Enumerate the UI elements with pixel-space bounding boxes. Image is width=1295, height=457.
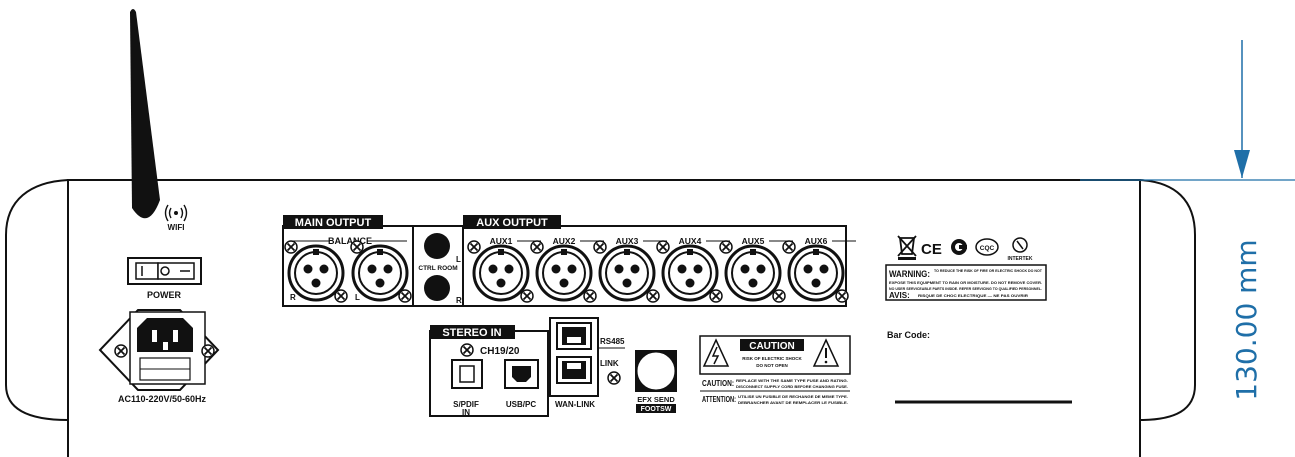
power-label: POWER: [147, 290, 182, 300]
aux-screw-bottom-1: [520, 289, 534, 303]
intertek-label: INTERTEK: [1008, 256, 1033, 262]
spdif-in-port[interactable]: [451, 359, 483, 389]
ctrl-room-right-jack[interactable]: [424, 275, 450, 301]
spdif-label-line2: IN: [462, 408, 470, 417]
main-output-right-xlr[interactable]: [287, 244, 345, 302]
caution-title: CAUTION: [749, 341, 795, 352]
efx-send-jack[interactable]: [635, 350, 677, 392]
aux-screw-top-5: [719, 240, 733, 254]
aux-xlr-5[interactable]: [724, 244, 782, 302]
aux-xlr-4[interactable]: [661, 244, 719, 302]
aux-screw-top-3: [593, 240, 607, 254]
main-output-left-label: L: [355, 293, 360, 302]
wan-link-label: WAN-LINK: [555, 400, 595, 409]
usb-pc-port[interactable]: [504, 359, 539, 389]
wifi-signal-icon: [164, 204, 188, 222]
main-output-right-label: R: [290, 293, 296, 302]
rs485-label: RS485: [600, 337, 625, 346]
aux-xlr-1[interactable]: [472, 244, 530, 302]
attention-text-1: UTILISE UN FUSIBLE DE RECHANGE DE MEME T…: [738, 394, 848, 399]
ctrl-room-left-label: L: [456, 255, 461, 264]
warning-text-1: TO REDUCE THE RISK OF FIRE OR ELECTRIC S…: [934, 269, 1043, 273]
ctrl-room-left-jack[interactable]: [424, 233, 450, 259]
main-output-title: MAIN OUTPUT: [295, 217, 372, 229]
aux-output-title: AUX OUTPUT: [476, 217, 548, 229]
compliance-logo-icon: [951, 239, 967, 255]
power-switch[interactable]: [127, 257, 202, 285]
usb-pc-label: USB/PC: [506, 400, 536, 409]
link-label: LINK: [600, 359, 619, 368]
main-out-screw-1: [284, 240, 298, 254]
warning-text-2: EXPOSE THIS EQUIPMENT TO RAIN OR MOISTUR…: [889, 281, 1042, 285]
dimension-value: 130.00 mm: [1230, 239, 1263, 400]
wifi-antenna: [130, 9, 160, 219]
aux-label-2: AUX2: [553, 236, 576, 246]
caution-text-1: REPLACE WITH THE SAME TYPE FUSE AND RATI…: [736, 378, 848, 383]
aux-xlr-2[interactable]: [535, 244, 593, 302]
stereo-in-screw: [460, 343, 474, 357]
aux-label-1: AUX1: [490, 236, 513, 246]
aux-xlr-3[interactable]: [598, 244, 656, 302]
network-screw: [607, 371, 621, 385]
main-output-balance-label: BALANCE: [328, 236, 372, 246]
aux-label-6: AUX6: [805, 236, 828, 246]
warning-label: WARNING:: [889, 269, 930, 279]
efx-footsw-label: FOOTSW: [641, 406, 672, 413]
aux-label-4: AUX4: [679, 236, 702, 246]
main-output-left-xlr[interactable]: [351, 244, 409, 302]
warning-text-3: NO USER SERVICEABLE PARTS INSIDE. REFER …: [889, 287, 1042, 291]
rear-panel-diagram: WIFI POWER AC110-220V/50-60Hz MAIN OUTPU…: [5, 9, 1295, 457]
link-port[interactable]: [556, 356, 592, 384]
ctrl-room-label: CTRL ROOM: [418, 265, 457, 272]
aux-screw-bottom-4: [709, 289, 723, 303]
aux-screw-bottom-6: [835, 289, 849, 303]
caution-text-2: DISCONNECT SUPPLY CORD BEFORE CHANGING F…: [736, 384, 848, 389]
aux-screw-top-2: [530, 240, 544, 254]
aux-screw-bottom-2: [583, 289, 597, 303]
intertek-logo: [1012, 237, 1028, 253]
cqc-label: CQC: [980, 245, 995, 252]
efx-send-label: EFX SEND: [637, 395, 675, 404]
aux-screw-top-1: [467, 240, 481, 254]
caution-line2: DO NOT OPEN: [756, 363, 788, 368]
aux-screw-top-6: [782, 240, 796, 254]
aux-label-3: AUX3: [616, 236, 639, 246]
wifi-label: WIFI: [168, 223, 185, 232]
stereo-in-title: STEREO IN: [442, 327, 501, 339]
aux-xlr-6[interactable]: [787, 244, 845, 302]
ac-inlet-screw-right: [201, 344, 215, 358]
attention-label: ATTENTION:: [702, 395, 736, 404]
aux-screw-bottom-3: [646, 289, 660, 303]
dimension-marker: [1080, 40, 1295, 181]
weee-bin-icon: [897, 235, 917, 260]
aux-screw-bottom-5: [772, 289, 786, 303]
main-out-screw-2: [350, 240, 364, 254]
ctrl-room-right-label: R: [456, 296, 462, 305]
stereo-in-channel: CH19/20: [480, 346, 520, 357]
ac-input-label: AC110-220V/50-60Hz: [118, 394, 207, 404]
ce-mark: CE: [921, 241, 942, 258]
rs485-port[interactable]: [556, 322, 592, 350]
caution-line1: RISK OF ELECTRIC SHOCK: [742, 356, 802, 361]
avis-text: RISQUE DE CHOC ELECTRIQUE — NE PAS OUVRI…: [918, 293, 1028, 298]
attention-text-2: DEBRANCHER AVANT DE REMPLACER LE FUSIBLE…: [738, 400, 848, 405]
aux-label-5: AUX5: [742, 236, 765, 246]
caution-label: CAUTION:: [702, 379, 734, 388]
aux-screw-top-4: [656, 240, 670, 254]
barcode-label: Bar Code:: [887, 330, 930, 340]
ac-inlet-screw-left: [114, 344, 128, 358]
avis-label: AVIS:: [889, 291, 910, 300]
